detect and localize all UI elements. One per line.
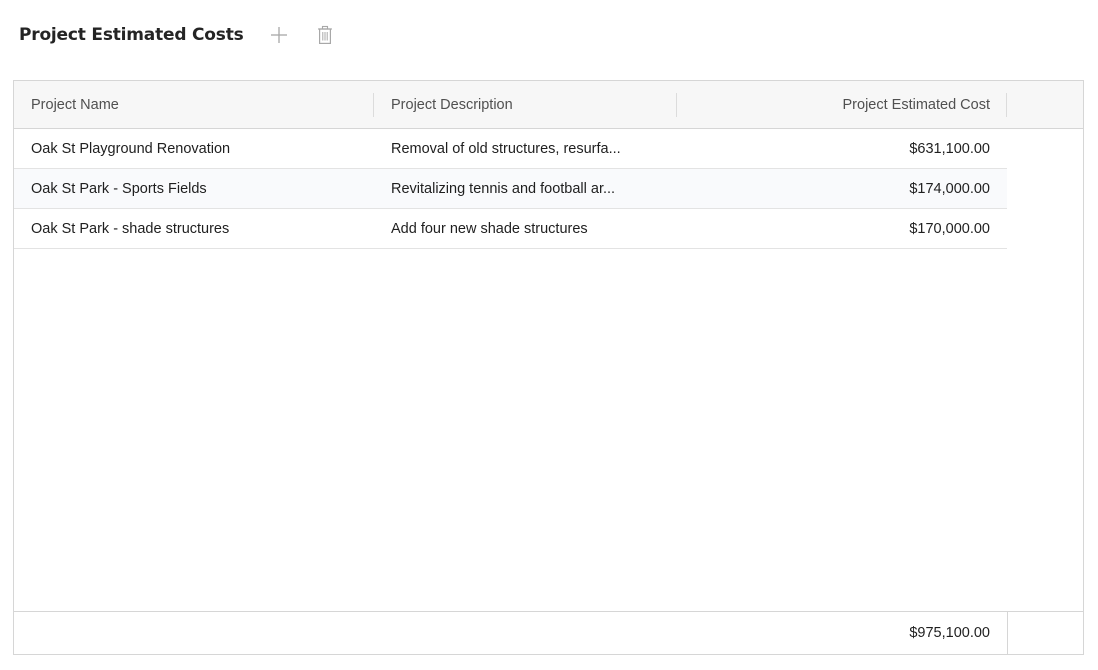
- total-estimated-cost: $975,100.00: [909, 625, 990, 641]
- cell-project-estimated-cost: $174,000.00: [909, 180, 990, 197]
- table-row[interactable]: Oak St Playground Renovation Removal of …: [14, 129, 1007, 169]
- panel-header: Project Estimated Costs: [19, 20, 337, 50]
- cell-project-estimated-cost: $170,000.00: [909, 220, 990, 237]
- plus-icon: [270, 27, 287, 43]
- trash-icon: [317, 25, 332, 44]
- cell-project-name: Oak St Park - shade structures: [31, 220, 230, 237]
- estimated-costs-grid: Project Name Project Description Project…: [13, 80, 1084, 655]
- delete-row-button[interactable]: [313, 22, 337, 48]
- column-header-project-description[interactable]: Project Description: [391, 81, 671, 128]
- cell-project-name: Oak St Playground Renovation: [31, 140, 231, 157]
- column-header-project-estimated-cost[interactable]: Project Estimated Cost: [678, 81, 990, 128]
- add-row-button[interactable]: [267, 22, 291, 48]
- grid-header: Project Name Project Description Project…: [14, 81, 1083, 129]
- grid-footer: $975,100.00: [14, 611, 1083, 654]
- cell-project-estimated-cost: $631,100.00: [909, 140, 990, 157]
- column-separator[interactable]: [676, 93, 677, 117]
- column-header-project-name[interactable]: Project Name: [31, 81, 371, 128]
- table-row[interactable]: Oak St Park - shade structures Add four …: [14, 209, 1007, 249]
- column-separator[interactable]: [373, 93, 374, 117]
- footer-divider: [1007, 612, 1008, 654]
- table-row[interactable]: Oak St Park - Sports Fields Revitalizing…: [14, 169, 1007, 209]
- project-estimated-costs-panel: Project Estimated Costs Project Name Pro…: [0, 0, 1098, 670]
- column-separator[interactable]: [1006, 93, 1007, 117]
- cell-project-description: Removal of old structures, resurfa...: [391, 140, 621, 157]
- cell-project-description: Revitalizing tennis and football ar...: [391, 180, 616, 197]
- cell-project-description: Add four new shade structures: [391, 220, 588, 237]
- page-title: Project Estimated Costs: [19, 25, 244, 45]
- cell-project-name: Oak St Park - Sports Fields: [31, 180, 207, 197]
